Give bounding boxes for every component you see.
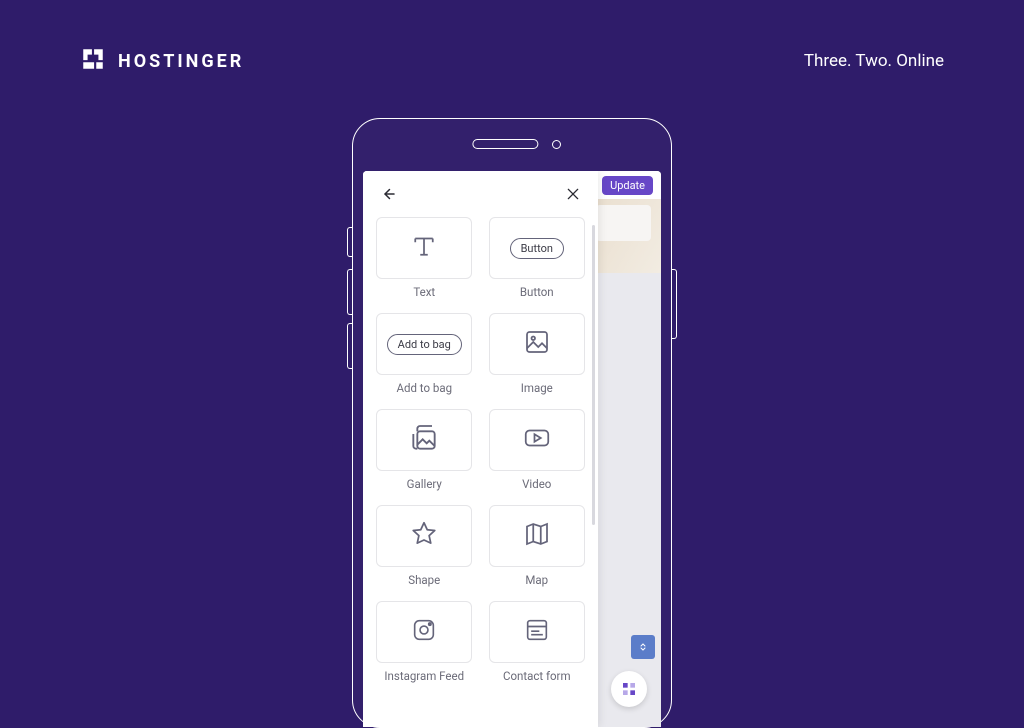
element-add-to-bag: Add to bag Add to bag (375, 313, 474, 403)
instagram-icon (410, 616, 438, 648)
button-pill-icon: Button (510, 238, 564, 259)
element-video: Video (488, 409, 587, 499)
element-video-card[interactable] (489, 409, 585, 471)
element-grid: Text Button Button Add to bag Add to bag (363, 217, 598, 727)
add-fab[interactable] (611, 671, 647, 707)
element-shape: Shape (375, 505, 474, 595)
element-label: Instagram Feed (384, 669, 464, 683)
hostinger-logo-icon (80, 46, 106, 76)
panel-header (363, 171, 598, 217)
close-button[interactable] (562, 183, 584, 205)
element-label: Image (521, 381, 553, 395)
element-gallery-card[interactable] (376, 409, 472, 471)
phone-side-button (347, 323, 352, 369)
add-to-bag-pill-icon: Add to bag (387, 334, 462, 355)
back-button[interactable] (377, 183, 399, 205)
text-icon (409, 231, 439, 265)
form-icon (523, 616, 551, 648)
phone-side-button (347, 227, 352, 257)
star-icon (409, 519, 439, 553)
element-button: Button Button (488, 217, 587, 307)
gallery-icon (408, 422, 440, 458)
resize-handle[interactable] (631, 635, 655, 659)
phone-side-button (672, 269, 677, 339)
element-shape-card[interactable] (376, 505, 472, 567)
phone-side-button (347, 269, 352, 315)
element-label: Shape (408, 573, 440, 587)
element-label: Add to bag (396, 381, 452, 395)
phone-frame: Update (352, 118, 672, 728)
element-map: Map (488, 505, 587, 595)
element-text: Text (375, 217, 474, 307)
scrollbar[interactable] (592, 225, 595, 525)
brand-bar: HOSTINGER Three. Two. Online (80, 46, 944, 76)
element-label: Video (522, 477, 551, 491)
video-icon (520, 423, 554, 457)
element-label: Text (413, 285, 435, 299)
element-label: Gallery (407, 477, 442, 491)
brand: HOSTINGER (80, 46, 244, 76)
element-label: Map (525, 573, 548, 587)
element-contact-form-card[interactable] (489, 601, 585, 663)
element-text-card[interactable] (376, 217, 472, 279)
element-map-card[interactable] (489, 505, 585, 567)
image-icon (522, 327, 552, 361)
element-image-card[interactable] (489, 313, 585, 375)
element-contact-form: Contact form (488, 601, 587, 691)
phone-screen: Update (363, 171, 661, 727)
element-instagram: Instagram Feed (375, 601, 474, 691)
brand-name: HOSTINGER (118, 51, 244, 72)
element-image: Image (488, 313, 587, 403)
map-icon (522, 519, 552, 553)
add-element-panel: Text Button Button Add to bag Add to bag (363, 171, 598, 727)
brand-tagline: Three. Two. Online (804, 51, 944, 71)
element-instagram-card[interactable] (376, 601, 472, 663)
element-button-card[interactable]: Button (489, 217, 585, 279)
element-label: Button (520, 285, 554, 299)
element-label: Contact form (503, 669, 571, 683)
update-button[interactable]: Update (602, 176, 653, 195)
element-add-to-bag-card[interactable]: Add to bag (376, 313, 472, 375)
element-gallery: Gallery (375, 409, 474, 499)
